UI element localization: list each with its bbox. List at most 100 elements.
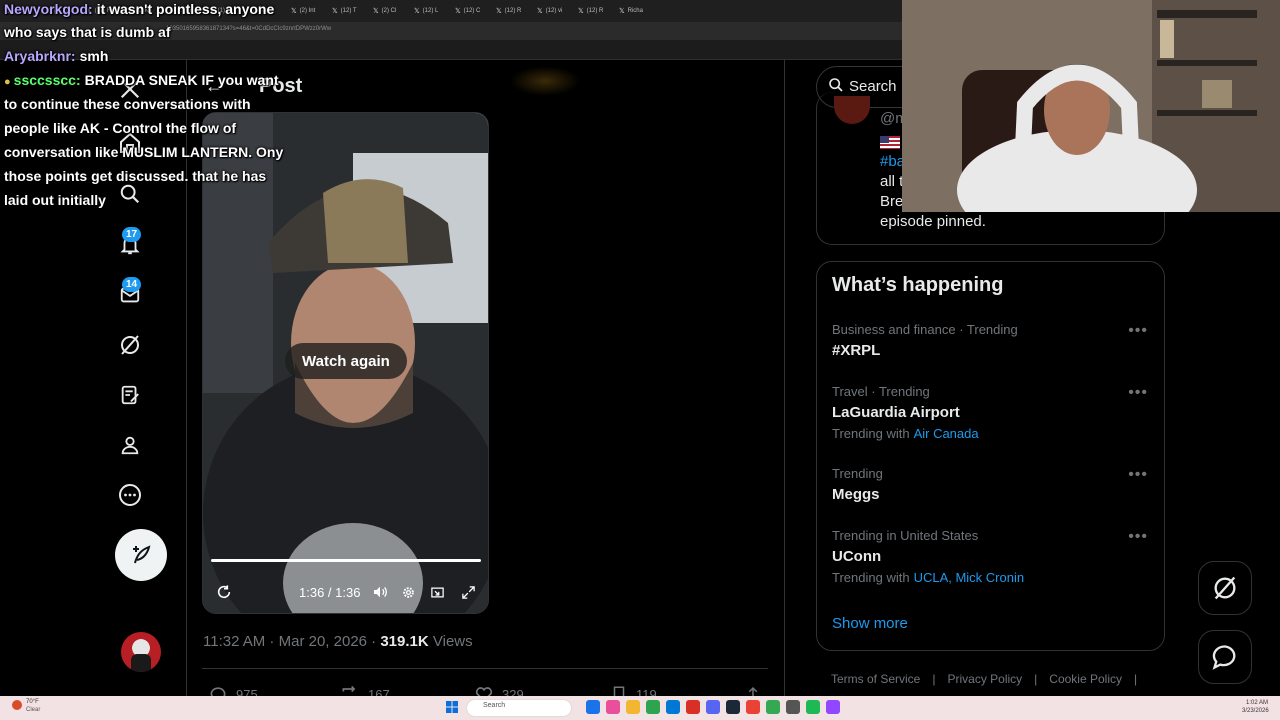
spotify-icon[interactable] <box>806 700 820 714</box>
views-count: 319.1K <box>380 633 429 650</box>
browser-tab-label: (12) L <box>422 8 439 14</box>
browser-tab-label: (12) C <box>463 8 481 14</box>
url-text: 1035016595836187134?s=46&t=0CdDcCIc9znrt… <box>166 26 332 32</box>
browser-tab[interactable]: 𝕏 (12) R <box>574 2 615 20</box>
browser-tab[interactable]: 𝕏 (12) T <box>328 2 369 20</box>
account-avatar[interactable] <box>121 632 161 672</box>
trend-related: Trending with Air Canada <box>832 426 1152 442</box>
trending-title: What’s happening <box>832 274 1004 296</box>
x-logo-icon: 𝕏 <box>578 8 584 15</box>
chat-message-continued: laid out initially <box>4 192 106 208</box>
chat-message-continued: conversation like MUSLIM LANTERN. Ony <box>4 144 284 160</box>
windows-taskbar: 70°F Clear Search 1:02 AM 3/23/2026 <box>0 696 1280 720</box>
browser-tab[interactable]: 𝕏 Richa <box>615 2 656 20</box>
trend-context: Travel · Trending <box>832 384 930 399</box>
show-more-link[interactable]: Show more <box>832 615 908 632</box>
trend-item[interactable]: Trending Meggs ••• <box>832 466 1152 504</box>
volume-icon[interactable] <box>371 583 389 601</box>
chat-username: ssccsscc: <box>13 72 81 88</box>
taskbar-search-label: Search <box>483 702 506 709</box>
chat-bubble-icon <box>1212 645 1236 670</box>
trend-item[interactable]: Travel · Trending LaGuardia Airport Tren… <box>832 384 1152 442</box>
post-timestamp-views: 11:32 AM · Mar 20, 2026 · 319.1K Views <box>203 633 473 650</box>
notifications-badge: 17 <box>122 227 142 242</box>
profile-card-bio-line: episode pinned. <box>880 213 986 230</box>
more-options-icon[interactable]: ••• <box>1128 528 1148 546</box>
browser-tab[interactable]: 𝕏 (12) vi <box>533 2 574 20</box>
clock-time[interactable]: 1:02 AM <box>1246 700 1268 706</box>
grok-float-button[interactable] <box>1198 561 1252 615</box>
privacy-link[interactable]: Privacy Policy <box>947 672 1022 686</box>
post-time: 11:32 AM <box>203 633 266 650</box>
more-options-icon[interactable]: ••• <box>1128 322 1148 340</box>
browser-tab[interactable]: 𝕏 (2) Int <box>287 2 328 20</box>
trend-related-link[interactable]: UCLA, Mick Cronin <box>914 570 1025 585</box>
post-date: Mar 20, 2026 <box>278 633 367 650</box>
more-icon[interactable] <box>117 482 143 508</box>
app-icon[interactable] <box>646 700 660 714</box>
browser-tab[interactable]: 𝕏 (12) R <box>492 2 533 20</box>
trend-item[interactable]: Trending in United States UConn Trending… <box>832 528 1152 586</box>
browser-icon[interactable] <box>746 700 760 714</box>
taskbar-search-box[interactable] <box>466 699 572 717</box>
terms-link[interactable]: Terms of Service <box>831 672 920 686</box>
x-logo-icon: 𝕏 <box>619 8 625 15</box>
store-icon[interactable] <box>666 700 680 714</box>
browser-tab[interactable]: 𝕏 (2) Cl <box>369 2 410 20</box>
column-divider <box>784 60 785 696</box>
chat-message-continued: those points get discussed. that he has <box>4 168 267 184</box>
trend-related-link[interactable]: Air Canada <box>914 426 979 441</box>
grok-icon <box>1214 576 1236 600</box>
trend-name: LaGuardia Airport <box>832 404 960 421</box>
picture-in-picture-icon[interactable] <box>428 583 446 601</box>
cookie-link[interactable]: Cookie Policy <box>1049 672 1122 686</box>
edge-icon[interactable] <box>586 700 600 714</box>
compose-post-button[interactable] <box>115 529 167 581</box>
more-options-icon[interactable]: ••• <box>1128 466 1148 484</box>
chat-badge-icon: ● <box>4 76 11 88</box>
chat-message-continued: to continue these conversations with <box>4 96 251 112</box>
file-explorer-icon[interactable] <box>626 700 640 714</box>
twitch-icon[interactable] <box>826 700 840 714</box>
premium-edit-icon[interactable] <box>117 382 143 408</box>
chat-username: Aryabrknr: <box>4 48 76 64</box>
browser-tab-label: Richa <box>627 8 643 14</box>
chat-text: it wasn't pointless, anyone <box>96 1 275 17</box>
x-logo-icon: 𝕏 <box>537 8 543 15</box>
more-options-icon[interactable]: ••• <box>1128 384 1148 402</box>
settings-gear-icon[interactable] <box>399 583 417 601</box>
trend-item[interactable]: Business and finance · Trending #XRPL ••… <box>832 322 1152 360</box>
webcam-image <box>902 0 1280 212</box>
app-icon[interactable] <box>766 700 780 714</box>
chrome-icon[interactable] <box>686 700 700 714</box>
trend-name: UConn <box>832 548 882 565</box>
blurred-glow <box>510 66 580 96</box>
browser-tab[interactable]: 𝕏 (12) L <box>410 2 451 20</box>
profile-icon[interactable] <box>117 432 143 458</box>
grok-icon[interactable] <box>117 332 143 358</box>
weather-temperature[interactable]: 70°F <box>26 699 39 705</box>
browser-tab-label: (12) R <box>504 8 522 14</box>
clock-date[interactable]: 3/23/2026 <box>1242 708 1269 714</box>
windows-start-icon[interactable] <box>446 701 458 713</box>
discord-icon[interactable] <box>706 700 720 714</box>
chat-text: BRADDA SNEAK IF you want <box>84 72 279 88</box>
steam-icon[interactable] <box>726 700 740 714</box>
app-icon[interactable] <box>786 700 800 714</box>
replay-icon[interactable] <box>215 583 233 601</box>
browser-tab[interactable]: 𝕏 (12) C <box>451 2 492 20</box>
search-icon <box>829 78 843 92</box>
chat-username: Newyorkgod: <box>4 1 93 17</box>
webcam-overlay <box>902 0 1280 212</box>
video-progress-bar[interactable] <box>211 559 481 562</box>
messages-float-button[interactable] <box>1198 630 1252 684</box>
x-logo-icon: 𝕏 <box>455 8 461 15</box>
fullscreen-icon[interactable] <box>459 583 477 601</box>
video-controls: 1:36 / 1:36 <box>203 579 488 605</box>
browser-tab-label: (12) vi <box>545 8 563 14</box>
trend-related-label: Trending with <box>832 426 910 441</box>
browser-tab-label: (2) Cl <box>381 8 397 14</box>
watch-again-button[interactable]: Watch again <box>285 343 407 379</box>
profile-card-bio-line: all t <box>880 173 904 190</box>
copilot-icon[interactable] <box>606 700 620 714</box>
